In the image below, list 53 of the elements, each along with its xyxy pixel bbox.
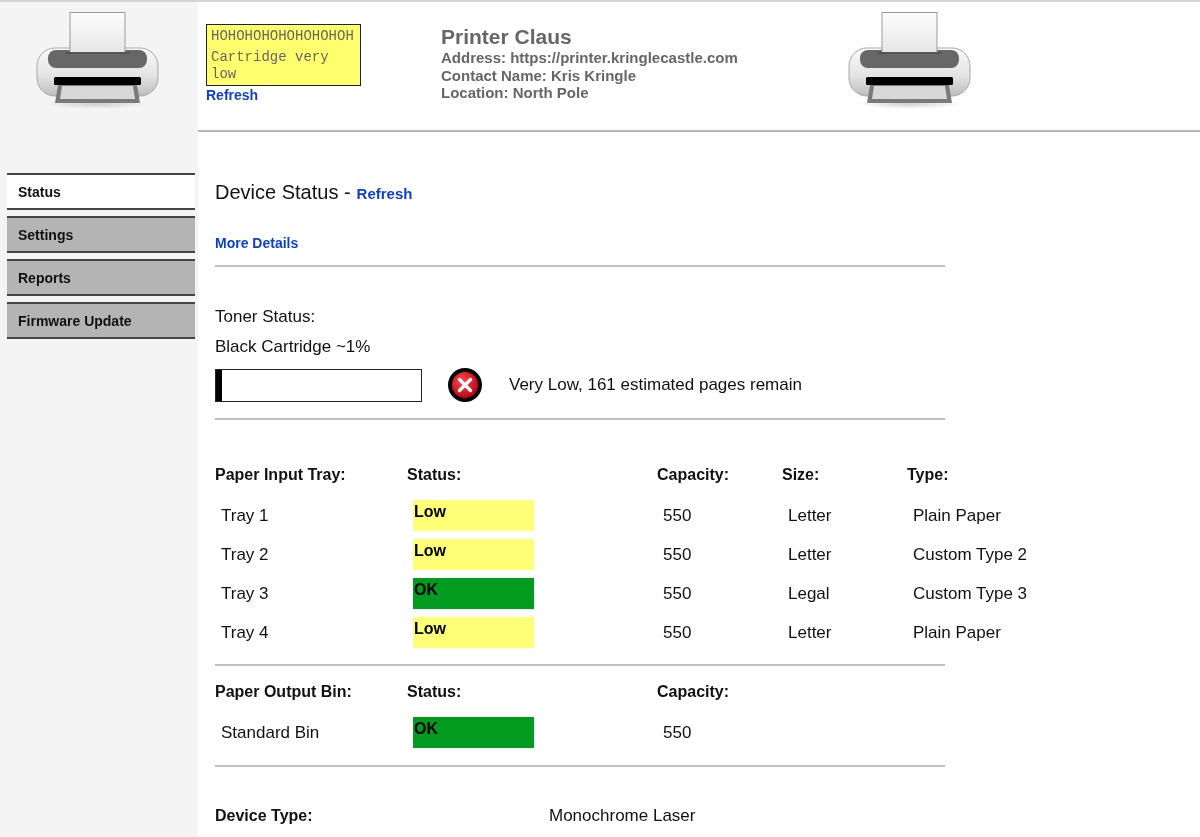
- tray-name: Tray 2: [220, 544, 269, 565]
- refresh-link[interactable]: Refresh: [356, 185, 413, 202]
- section-heading: Toner Status:: [215, 307, 316, 327]
- printer-detail: Contact Name: Kris Kringle: [441, 66, 637, 84]
- column-header: Status:: [407, 465, 462, 485]
- capacity-value: 550: [662, 544, 692, 565]
- size-value: Legal: [787, 583, 830, 604]
- refresh-link[interactable]: Refresh: [206, 87, 259, 104]
- type-value: Plain Paper: [912, 505, 1001, 526]
- printer-detail: Address: https://printer.kringlecastle.com: [441, 49, 738, 67]
- column-header: Paper Output Bin:: [215, 682, 352, 702]
- capacity-value: 550: [662, 583, 692, 604]
- size-value: Letter: [787, 505, 832, 526]
- printer-icon: [35, 12, 160, 110]
- column-header: Status:: [407, 682, 462, 702]
- column-header: Paper Input Tray:: [215, 465, 346, 485]
- type-value: Custom Type 2: [912, 544, 1028, 565]
- nav-tab[interactable]: Reports: [7, 259, 195, 296]
- tray-name: Tray 4: [220, 622, 269, 643]
- column-header: Size:: [782, 465, 820, 485]
- column-header: Capacity:: [657, 465, 730, 485]
- type-value: Plain Paper: [912, 622, 1001, 643]
- device-type-label: Device Type:: [215, 806, 313, 826]
- nav-tab[interactable]: Firmware Update: [7, 302, 195, 339]
- alert-text: Cartridge very low: [211, 49, 330, 83]
- capacity-value: 550: [662, 722, 692, 743]
- status-indicator: OK: [413, 578, 534, 609]
- status-indicator: OK: [413, 717, 534, 748]
- page-title: Device Status -: [215, 180, 351, 204]
- status-indicator: Low: [413, 500, 534, 531]
- status-indicator: Low: [413, 539, 534, 570]
- nav-tab[interactable]: Settings: [7, 216, 195, 253]
- capacity-value: 550: [662, 505, 692, 526]
- capacity-value: 550: [662, 622, 692, 643]
- printer-name: Printer Claus: [441, 25, 572, 49]
- column-header: Type:: [907, 465, 949, 485]
- size-value: Letter: [787, 544, 832, 565]
- error-x-icon: [448, 368, 482, 402]
- nav-tab[interactable]: Status: [7, 173, 195, 210]
- size-value: Letter: [787, 622, 832, 643]
- device-type-value: Monochrome Laser: [549, 806, 696, 826]
- more-details-link[interactable]: More Details: [215, 234, 299, 252]
- column-header: Capacity:: [657, 682, 730, 702]
- bin-name: Standard Bin: [220, 722, 320, 743]
- status-indicator: Low: [413, 617, 534, 648]
- type-value: Custom Type 3: [912, 583, 1028, 604]
- cartridge-label: Black Cartridge ~1%: [215, 337, 371, 357]
- toner-message: Very Low, 161 estimated pages remain: [509, 375, 802, 395]
- tray-name: Tray 1: [220, 505, 269, 526]
- alert-text: HOHOHOHOHOHOHOHOH: [211, 28, 355, 45]
- printer-icon: [847, 12, 972, 110]
- printer-detail: Location: North Pole: [441, 84, 589, 102]
- tray-name: Tray 3: [220, 583, 269, 604]
